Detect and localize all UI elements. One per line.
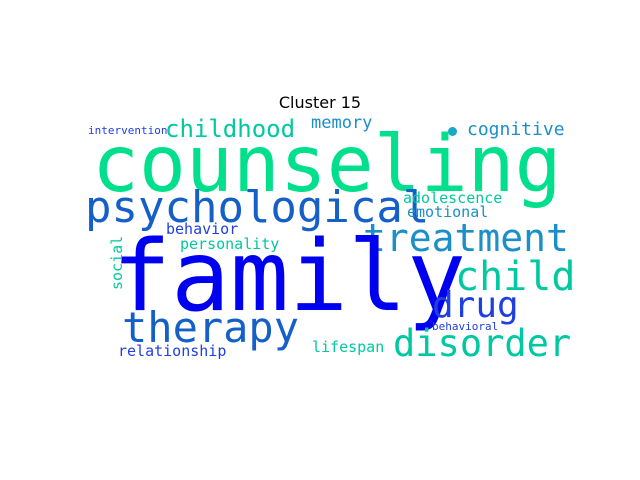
- word-disorder: disorder: [393, 322, 572, 365]
- word-cloud-figure: Cluster 15 intervention childhood memory…: [0, 0, 640, 480]
- word-cloud: intervention childhood memory cognitive …: [0, 0, 640, 480]
- word-drug: drug: [432, 285, 519, 326]
- word-social: social: [108, 235, 126, 290]
- word-lifespan: lifespan: [312, 338, 385, 356]
- word-relationship: relationship: [118, 342, 227, 360]
